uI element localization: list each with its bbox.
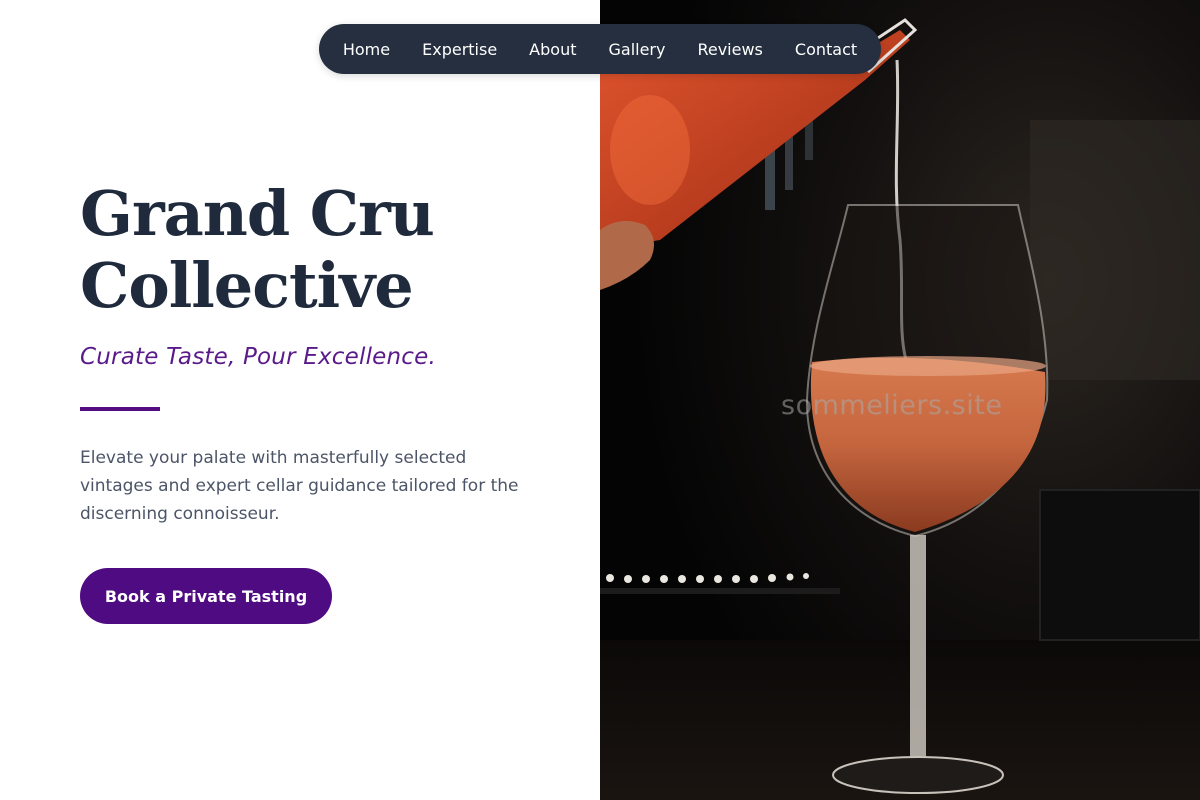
title-line-2: Collective [80, 249, 414, 322]
hero-description: Elevate your palate with masterfully sel… [80, 448, 519, 524]
nav-home-link[interactable]: Home [343, 40, 390, 59]
watermark-text: sommeliers.site [781, 390, 1003, 421]
page-title: Grand Cru Collective [80, 178, 560, 322]
book-tasting-button[interactable]: Book a Private Tasting [80, 568, 332, 624]
nav-reviews-link[interactable]: Reviews [697, 40, 762, 59]
hero-text-panel [0, 0, 600, 800]
nav-expertise-link[interactable]: Expertise [422, 40, 497, 59]
nav-gallery-link[interactable]: Gallery [608, 40, 665, 59]
nav-contact-link[interactable]: Contact [795, 40, 857, 59]
main-nav: Home Expertise About Gallery Reviews Con… [319, 24, 881, 74]
nav-about-link[interactable]: About [529, 40, 576, 59]
tagline: Curate Taste, Pour Excellence. [80, 344, 437, 370]
accent-divider [80, 407, 160, 411]
title-line-1: Grand Cru [80, 177, 435, 250]
